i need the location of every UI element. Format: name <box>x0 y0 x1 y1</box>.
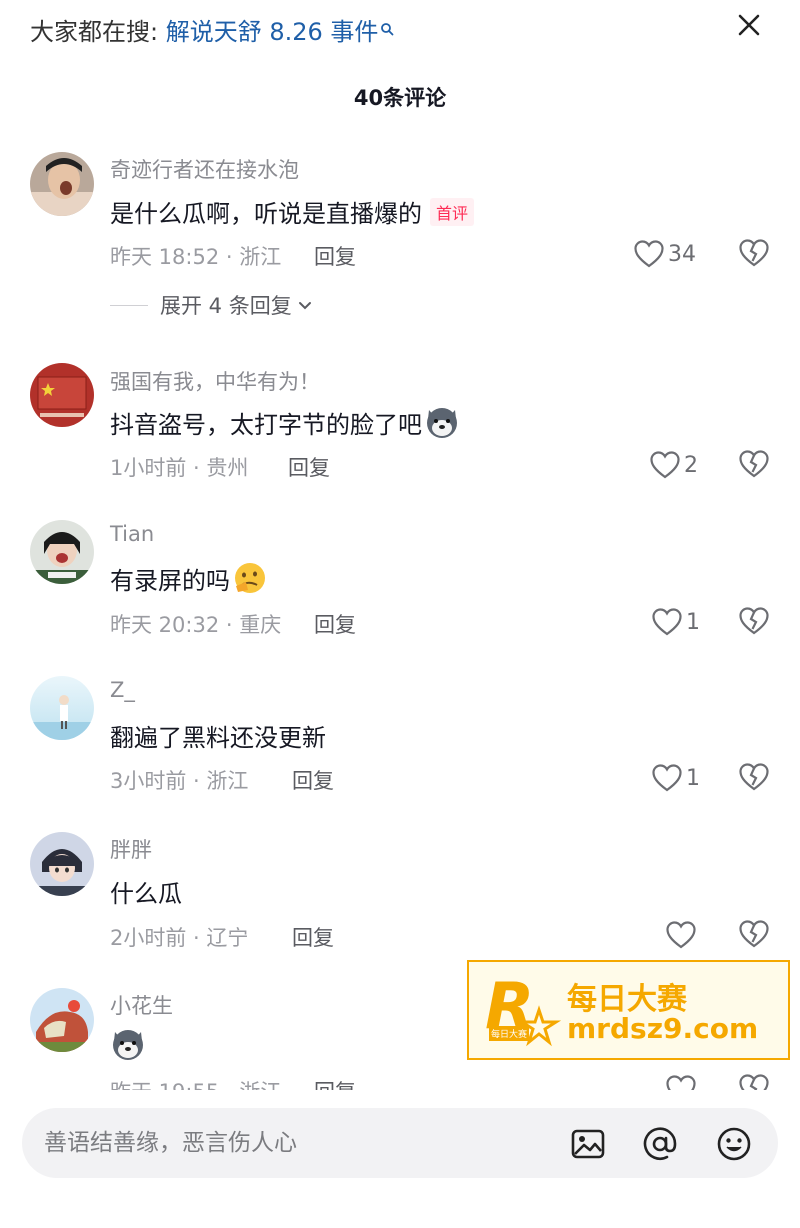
at-icon[interactable] <box>642 1126 678 1162</box>
first-comment-badge: 首评 <box>430 197 475 226</box>
like-button[interactable]: 34 <box>634 239 696 269</box>
heart-icon <box>652 764 682 792</box>
avatar[interactable] <box>30 152 94 216</box>
dislike-icon[interactable] <box>739 920 769 950</box>
search-suggestion-prefix: 大家都在搜: <box>30 18 166 46</box>
reply-button[interactable]: 回复 <box>292 765 334 795</box>
like-count: 2 <box>684 452 698 478</box>
husky-emoji-icon <box>110 1026 146 1062</box>
expand-replies-label: 展开 4 条回复 <box>160 294 292 318</box>
heart-icon <box>650 451 680 479</box>
dislike-icon[interactable] <box>739 607 769 637</box>
comment-username[interactable]: 强国有我，中华有为！ <box>110 366 320 396</box>
reply-button[interactable]: 回复 <box>314 241 356 271</box>
comment-body: 什么瓜 <box>110 880 182 908</box>
comment-text: 翻遍了黑料还没更新 <box>110 718 326 753</box>
comment-username[interactable]: 小花生 <box>110 990 173 1020</box>
like-count: 1 <box>686 765 700 791</box>
comment-text <box>110 1026 146 1062</box>
search-icon <box>380 14 394 42</box>
close-icon[interactable] <box>734 10 764 40</box>
comment-body: 有录屏的吗 <box>110 566 230 595</box>
reply-button[interactable]: 回复 <box>314 609 356 639</box>
expand-replies-button[interactable]: 展开 4 条回复 <box>110 290 314 320</box>
like-button[interactable]: 1 <box>652 763 700 793</box>
comment-username[interactable]: Tian <box>110 522 154 546</box>
avatar[interactable] <box>30 520 94 584</box>
divider <box>110 304 148 306</box>
comment-body: 抖音盗号，太打字节的脸了吧 <box>110 410 422 439</box>
comment-meta: 2小时前 · 辽宁 <box>110 926 249 950</box>
like-count: 1 <box>686 609 700 635</box>
comment-username[interactable]: Z_ <box>110 678 135 702</box>
dislike-icon[interactable] <box>739 450 769 480</box>
watermark-logo: R 每日大赛 每日大赛 mrdsz9.com <box>467 960 790 1060</box>
comment-meta: 1小时前 · 贵州 <box>110 456 249 480</box>
comment-count-title: 40条评论 <box>353 86 447 110</box>
comment-meta: 3小时前 · 浙江 <box>110 769 249 793</box>
comment-username[interactable]: 奇迹行者还在接水泡 <box>110 154 299 184</box>
thinking-emoji-icon <box>232 560 268 596</box>
reply-button[interactable]: 回复 <box>292 922 334 952</box>
dislike-icon[interactable] <box>739 239 769 269</box>
watermark-url: mrdsz9.com <box>567 1012 759 1045</box>
heart-icon <box>666 921 696 949</box>
comment-text: 是什么瓜啊，听说是直播爆的 首评 <box>110 194 475 229</box>
emoji-icon[interactable] <box>716 1126 752 1162</box>
comment-text: 有录屏的吗 <box>110 560 268 596</box>
heart-icon <box>634 240 664 268</box>
avatar[interactable] <box>30 832 94 896</box>
top-bar: 大家都在搜: 解说天舒 8.26 事件 <box>0 0 800 60</box>
avatar[interactable] <box>30 676 94 740</box>
comment-username[interactable]: 胖胖 <box>110 834 152 864</box>
search-suggestion-keyword[interactable]: 解说天舒 8.26 事件 <box>166 18 379 46</box>
chevron-down-icon <box>298 302 311 310</box>
comment-body: 翻遍了黑料还没更新 <box>110 724 326 752</box>
avatar[interactable] <box>30 363 94 427</box>
comment-body: 是什么瓜啊，听说是直播爆的 <box>110 200 422 228</box>
comment-composer-bar <box>0 1090 800 1228</box>
logo-mark: R <box>485 970 562 1047</box>
comment-input[interactable] <box>44 1108 544 1178</box>
comment-text: 什么瓜 <box>110 874 182 909</box>
search-suggestion[interactable]: 大家都在搜: 解说天舒 8.26 事件 <box>30 12 394 47</box>
dislike-icon[interactable] <box>739 763 769 793</box>
reply-button[interactable]: 回复 <box>288 452 330 482</box>
comment-meta: 昨天 18:52 · 浙江 <box>110 245 282 269</box>
like-button[interactable]: 2 <box>650 450 698 480</box>
comment-meta: 昨天 20:32 · 重庆 <box>110 613 282 637</box>
like-count: 34 <box>668 241 696 267</box>
image-icon[interactable] <box>570 1126 606 1162</box>
like-button[interactable]: 1 <box>652 607 700 637</box>
heart-icon <box>652 608 682 636</box>
comment-text: 抖音盗号，太打字节的脸了吧 <box>110 404 460 440</box>
watermark-tiny-text: 每日大赛 <box>489 1026 530 1041</box>
like-button[interactable] <box>666 920 700 950</box>
husky-emoji-icon <box>424 404 460 440</box>
comment-input-container <box>22 1108 778 1178</box>
avatar[interactable] <box>30 988 94 1052</box>
